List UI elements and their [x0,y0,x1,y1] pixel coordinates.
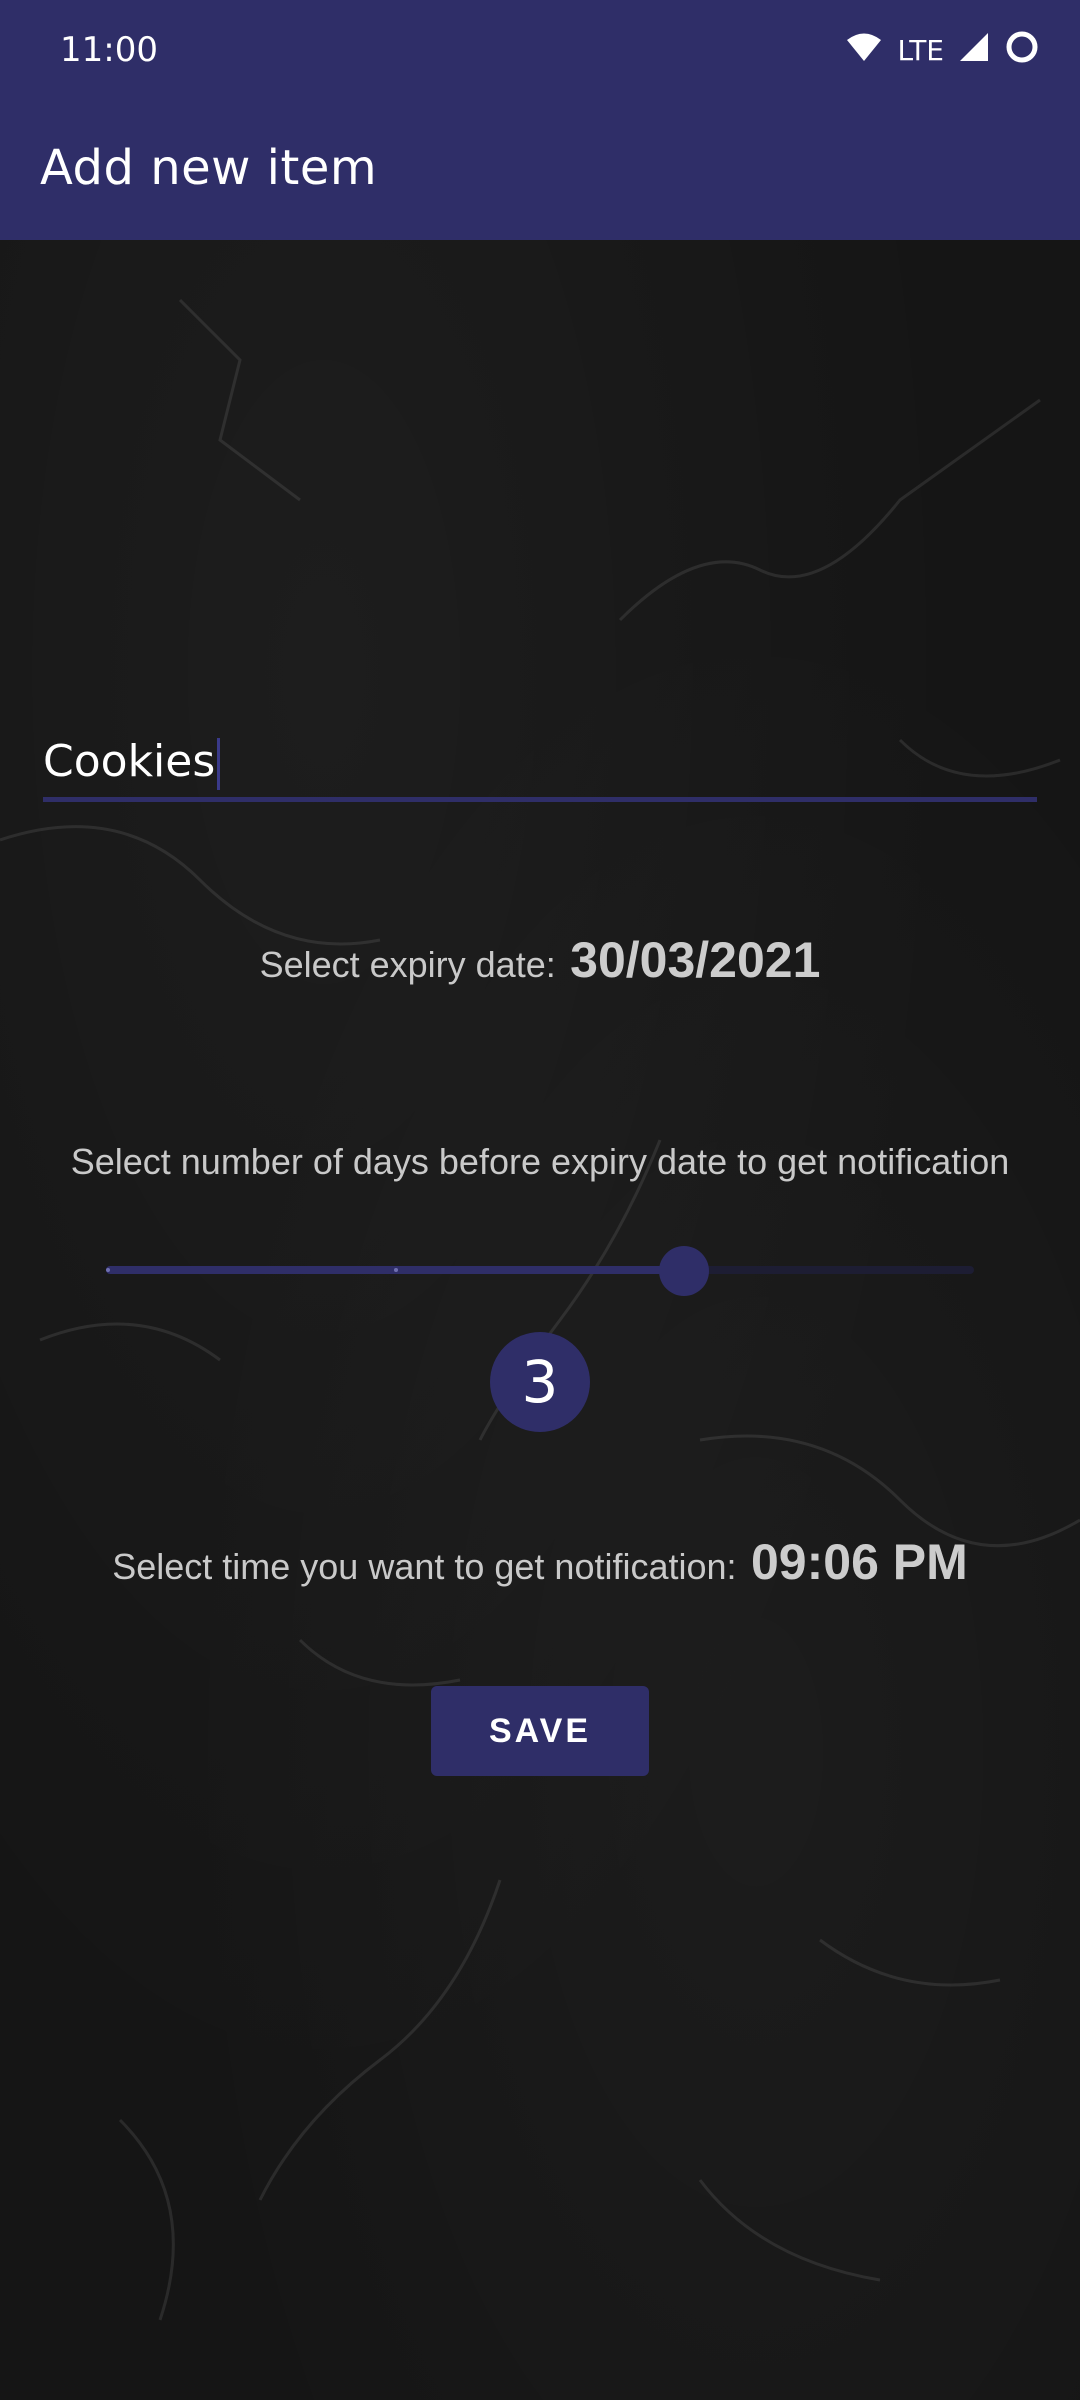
notify-days-label: Select number of days before expiry date… [70,1141,1010,1182]
expiry-date-picker[interactable]: 30/03/2021 [570,932,820,988]
text-caret [217,738,221,790]
notify-days-slider[interactable] [106,1246,974,1296]
notification-time-label: Select time you want to get notification… [112,1546,737,1587]
slider-tick [394,1268,398,1272]
notification-time-row: Select time you want to get notification… [0,1527,1080,1610]
item-name-input[interactable]: Cookies [43,736,215,787]
save-button[interactable]: SAVE [431,1686,649,1776]
notify-days-value-badge: 3 [490,1332,590,1432]
item-name-field[interactable]: Cookies [43,730,1037,802]
slider-track-inactive [684,1266,974,1274]
notification-time-picker[interactable]: 09:06 PM [751,1534,968,1590]
expiry-date-label: Select expiry date: [259,944,556,985]
add-item-form: Cookies Select expiry date: 30/03/2021 S… [0,0,1080,2400]
expiry-date-row: Select expiry date: 30/03/2021 [0,925,1080,1008]
item-name-underline [43,797,1037,802]
slider-tick [106,1268,110,1272]
slider-thumb[interactable] [659,1246,709,1296]
notify-days-row: Select number of days before expiry date… [0,1137,1080,1195]
